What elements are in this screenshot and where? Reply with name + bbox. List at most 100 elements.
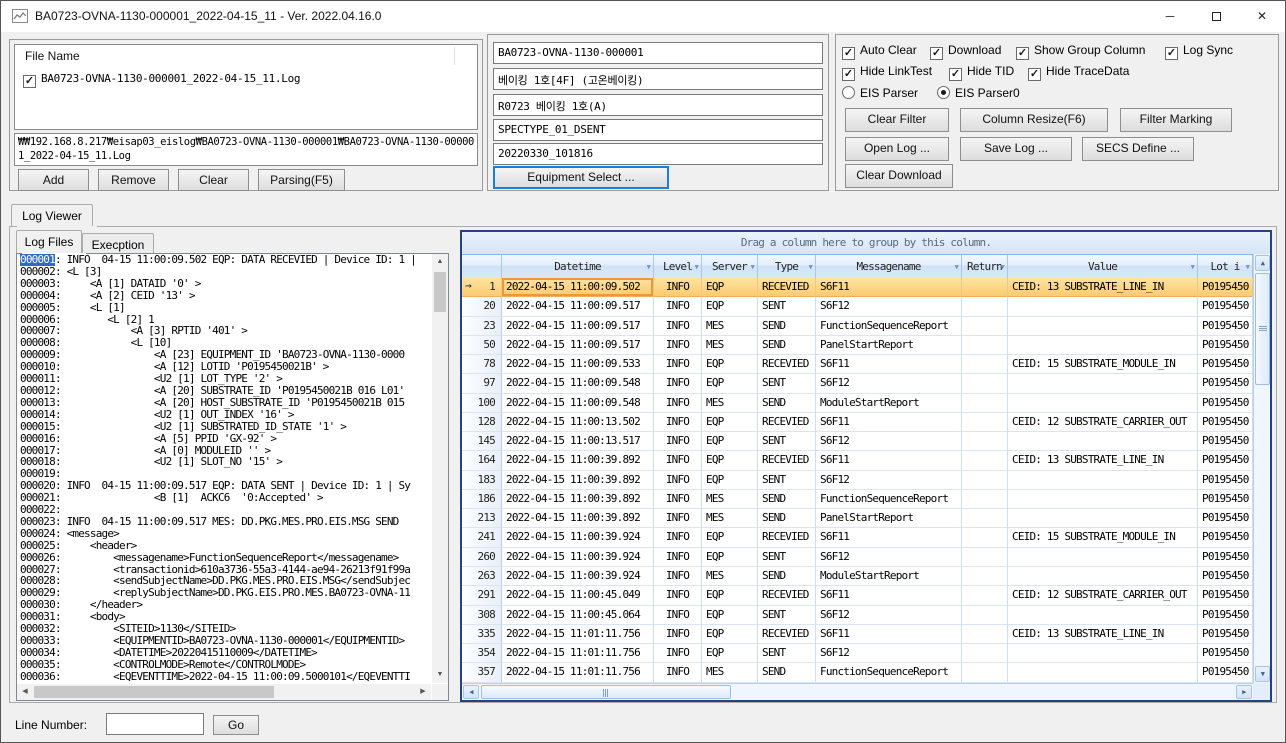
grid-row[interactable]: 3352022-04-15 11:01:11.756INFOEQPRECEVIE… [462, 625, 1253, 644]
checkbox-show-group-column[interactable]: ✓Show Group Column [1016, 43, 1145, 60]
grid-row[interactable]: →12022-04-15 11:00:09.502INFOEQPRECEVIED… [462, 278, 1253, 297]
radio-eis-parser[interactable]: EIS Parser [842, 86, 918, 100]
tab-exception[interactable]: Execption [82, 233, 154, 253]
grid-row[interactable]: 2132022-04-15 11:00:39.892INFOMESSENDPan… [462, 509, 1253, 528]
radio-eis-parser0[interactable]: EIS Parser0 [937, 86, 1020, 100]
scroll-up-icon[interactable]: ▲ [432, 254, 448, 270]
grid-row[interactable]: 2912022-04-15 11:00:45.049INFOEQPRECEVIE… [462, 586, 1253, 605]
filter-icon[interactable]: ▼ [1001, 263, 1004, 271]
maximize-button[interactable] [1193, 1, 1239, 32]
grid-row[interactable]: 2632022-04-15 11:00:39.924INFOMESSENDMod… [462, 567, 1253, 586]
filter-icon[interactable]: ▼ [955, 263, 958, 271]
grid-row[interactable]: 1282022-04-15 11:00:13.502INFOEQPRECEVIE… [462, 413, 1253, 432]
hide-linktest-check-icon: ✓ [842, 68, 855, 81]
header-level[interactable]: Level▼ [654, 255, 702, 279]
equipment-line-field[interactable]: R0723 베이킹 1호(A) [493, 94, 823, 116]
checkbox-hide-linktest[interactable]: ✓Hide LinkTest [842, 64, 932, 81]
cell-return [962, 548, 1008, 567]
grid-row[interactable]: 972022-04-15 11:00:09.548INFOEQPSENTS6F1… [462, 374, 1253, 393]
secs-define-button[interactable]: SECS Define ... [1082, 137, 1194, 161]
grid-row[interactable]: 1452022-04-15 11:00:13.517INFOEQPSENTS6F… [462, 432, 1253, 451]
header-return[interactable]: Return▼ [962, 255, 1008, 279]
grid-row[interactable]: 1862022-04-15 11:00:39.892INFOMESSENDFun… [462, 490, 1253, 509]
spec-date-field[interactable]: 20220330_101816 [493, 143, 823, 165]
spec-type-field[interactable]: SPECTYPE_01_DSENT [493, 119, 823, 141]
grid-group-bar[interactable]: Drag a column here to group by this colu… [462, 232, 1270, 254]
grid-vertical-scrollbar[interactable]: ▲ ▼ [1253, 254, 1270, 683]
file-list-item[interactable]: ✓BA0723-OVNA-1130-000001_2022-04-15_11.L… [23, 71, 300, 88]
header-datetime[interactable]: Datetime▼ [502, 255, 654, 279]
minimize-button[interactable]: ─ [1147, 1, 1193, 32]
grid-horizontal-scrollbar[interactable]: ◀ ▶ [462, 683, 1253, 700]
go-button[interactable]: Go [213, 715, 259, 735]
log-vscroll-thumb[interactable] [434, 272, 446, 312]
grid-row[interactable]: 3542022-04-15 11:01:11.756INFOEQPSENTS6F… [462, 644, 1253, 663]
clear-button[interactable]: Clear [178, 169, 249, 191]
grid-row[interactable]: 1832022-04-15 11:00:39.892INFOEQPSENTS6F… [462, 471, 1253, 490]
cell-lotid: P0195450 [1198, 490, 1253, 509]
filter-icon[interactable]: ▼ [751, 263, 754, 271]
file-path-box[interactable]: ₩₩192.168.8.217₩eisap03_eislog₩BA0723-OV… [14, 133, 478, 166]
grid-row[interactable]: 1642022-04-15 11:00:39.892INFOEQPRECEVIE… [462, 451, 1253, 470]
checkbox-hide-tracedata[interactable]: ✓Hide TraceData [1028, 64, 1129, 81]
filter-icon[interactable]: ▼ [809, 263, 812, 271]
cell-return [962, 606, 1008, 625]
grid-scroll-right-icon[interactable]: ▶ [1236, 685, 1252, 699]
log-line[interactable]: 000018: <U2 [1] SLOT_NO '15' > [17, 456, 431, 468]
save-log-button[interactable]: Save Log ... [960, 137, 1072, 161]
equipment-select-button[interactable]: Equipment Select ... [493, 166, 669, 189]
grid-row[interactable]: 1002022-04-15 11:00:09.548INFOMESSENDMod… [462, 394, 1253, 413]
filter-icon[interactable]: ▼ [1191, 263, 1194, 271]
grid-scroll-left-icon[interactable]: ◀ [463, 685, 479, 699]
log-line[interactable]: 000036: <EQEVENTTIME>2022-04-15 11:00:09… [17, 671, 431, 683]
grid-scroll-down-icon[interactable]: ▼ [1255, 666, 1270, 682]
log-horizontal-scrollbar[interactable]: ◀ ▶ [17, 684, 431, 700]
line-number-input[interactable] [106, 713, 204, 735]
file-checkbox[interactable]: ✓ [23, 75, 36, 88]
remove-button[interactable]: Remove [98, 169, 169, 191]
close-button[interactable]: ✕ [1239, 1, 1285, 32]
grid-row[interactable]: 2602022-04-15 11:00:39.924INFOEQPSENTS6F… [462, 548, 1253, 567]
equipment-name-field[interactable]: 베이킹 1호[4F] (고온베이킹) [493, 68, 823, 90]
grid-row[interactable]: 232022-04-15 11:00:09.517INFOMESSENDFunc… [462, 317, 1253, 336]
checkbox-download[interactable]: ✓Download [930, 43, 1001, 60]
header-type[interactable]: Type▼ [758, 255, 816, 279]
log-line[interactable]: 000021: <B [1] ACKC6 '0:Accepted' > [17, 492, 431, 504]
log-vertical-scrollbar[interactable]: ▲ ▼ [432, 254, 448, 683]
grid-row[interactable]: 782022-04-15 11:00:09.533INFOEQPRECEVIED… [462, 355, 1253, 374]
grid-hscroll-thumb[interactable] [481, 685, 731, 699]
column-resize-button[interactable]: Column Resize(F6) [960, 108, 1108, 132]
open-log-button[interactable]: Open Log ... [845, 137, 949, 161]
checkbox-auto-clear[interactable]: ✓Auto Clear [842, 43, 917, 60]
grid-row[interactable]: 3082022-04-15 11:00:45.064INFOEQPSENTS6F… [462, 606, 1253, 625]
grid-row[interactable]: 202022-04-15 11:00:09.517INFOEQPSENTS6F1… [462, 297, 1253, 316]
add-button[interactable]: Add [18, 169, 89, 191]
scroll-right-icon[interactable]: ▶ [415, 684, 431, 700]
clear-filter-button[interactable]: Clear Filter [845, 108, 949, 132]
parsing-button[interactable]: Parsing(F5) [258, 169, 345, 191]
grid-vscroll-thumb[interactable] [1255, 273, 1270, 385]
header-row-indicator[interactable] [462, 255, 502, 279]
grid-row[interactable]: 2412022-04-15 11:00:39.924INFOEQPRECEVIE… [462, 528, 1253, 547]
header-messagename[interactable]: Messagename▼ [816, 255, 962, 279]
clear-download-button[interactable]: Clear Download [845, 164, 953, 188]
scroll-down-icon[interactable]: ▼ [432, 667, 448, 683]
filter-icon[interactable]: ▼ [1246, 263, 1249, 271]
equipment-id-field[interactable]: BA0723-OVNA-1130-000001 [493, 42, 823, 64]
header-server[interactable]: Server▼ [702, 255, 758, 279]
tab-log-viewer[interactable]: Log Viewer [11, 204, 93, 227]
header-lotid[interactable]: Lot i▼ [1198, 255, 1253, 279]
grid-row[interactable]: 3572022-04-15 11:01:11.756INFOMESSENDFun… [462, 663, 1253, 682]
header-value[interactable]: Value▼ [1008, 255, 1198, 279]
grid-scroll-up-icon[interactable]: ▲ [1255, 255, 1270, 271]
log-hscroll-thumb[interactable] [34, 686, 274, 698]
checkbox-log-sync[interactable]: ✓Log Sync [1165, 43, 1233, 60]
filter-marking-button[interactable]: Filter Marking [1120, 108, 1232, 132]
filter-icon[interactable]: ▼ [695, 263, 698, 271]
tab-log-files[interactable]: Log Files [16, 230, 82, 253]
checkbox-hide-tid[interactable]: ✓Hide TID [949, 64, 1014, 81]
file-list[interactable]: File Name ✓BA0723-OVNA-1130-000001_2022-… [14, 44, 478, 130]
scroll-left-icon[interactable]: ◀ [17, 684, 33, 700]
filter-icon[interactable]: ▼ [647, 263, 650, 271]
grid-row[interactable]: 502022-04-15 11:00:09.517INFOMESSENDPane… [462, 336, 1253, 355]
